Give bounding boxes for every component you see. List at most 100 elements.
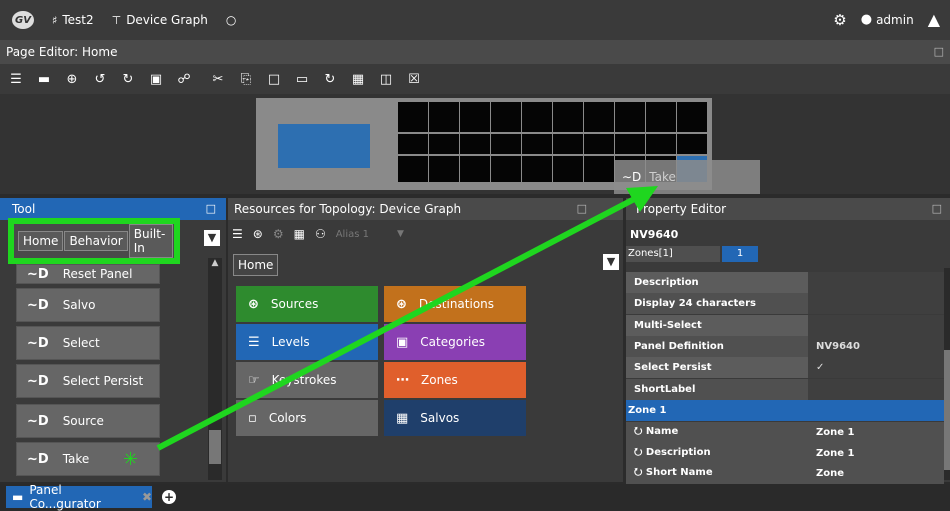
users-icon[interactable]: ⚇ [315,227,326,241]
list-icon[interactable]: ☰ [232,227,243,241]
tool-item-select[interactable]: ∼D Select [16,326,160,360]
tool-item-salvo[interactable]: ∼D Salvo [16,288,160,322]
tile-colors[interactable]: ▫ Colors [236,400,378,436]
property-row[interactable]: Panel Definition NV9640 [626,335,944,357]
tile-keystrokes[interactable]: ☞ Keystrokes [236,362,378,398]
grid-icon[interactable]: ▦ [294,227,305,241]
page-canvas[interactable] [0,94,950,194]
tile-destinations[interactable]: ⊛ Destinations [384,286,526,322]
scroll-thumb[interactable] [209,430,221,464]
cut-icon[interactable]: ✂ [210,72,226,87]
panel-key[interactable] [398,102,428,132]
property-value[interactable] [808,272,944,293]
property-row[interactable]: Select Persist ✓ [626,357,944,379]
zones-tab[interactable]: Zones[1] [626,246,720,262]
property-value[interactable] [808,378,944,400]
scroll-up-icon[interactable]: ▲ [208,258,222,268]
panel-key[interactable] [646,102,676,132]
zone-property-row[interactable]: ⭮ Name Zone 1 [626,422,944,443]
dock-icon[interactable]: □ [577,198,587,220]
zone-group-header[interactable]: Zone 1 [626,400,944,421]
user-name[interactable]: admin [876,13,914,27]
panel-key[interactable] [584,134,614,154]
panel-key[interactable] [553,156,583,182]
panel-key[interactable] [677,102,707,132]
resources-breadcrumb-home[interactable]: Home [233,254,279,276]
panel-key[interactable] [522,134,552,154]
zone-property-row[interactable]: ⭮ Description Zone 1 [626,442,944,464]
breadcrumb-home[interactable]: Home [18,231,64,251]
panel-key[interactable] [522,102,552,132]
property-row[interactable]: Display 24 characters [626,293,944,315]
paste-icon[interactable]: □ [266,72,282,87]
zones-count[interactable]: 1 [722,246,758,262]
breadcrumb-behavior[interactable]: Behavior [64,231,128,251]
rotate-left-icon[interactable]: ↺ [92,72,108,87]
add-icon[interactable]: ⊕ [64,72,80,87]
panel-key[interactable] [522,156,552,182]
zone-property-value[interactable]: Zone [808,468,944,479]
filter-icon[interactable]: ▼ [603,254,619,270]
zone-property-row[interactable]: ⭮ Short Name Zone [626,463,944,484]
property-value[interactable]: NV9640 [808,335,944,357]
panel-key[interactable] [553,102,583,132]
warning-icon[interactable]: ▲ [928,10,940,29]
panel-key[interactable] [553,134,583,154]
property-row[interactable]: Description [626,272,944,293]
property-value[interactable] [808,293,944,315]
project-crumb[interactable]: ♯ Test2 [52,13,94,27]
property-scrollbar[interactable] [944,268,950,480]
graph-crumb[interactable]: ⊤ Device Graph [112,13,208,27]
tile-levels[interactable]: ☰ Levels [236,324,378,360]
tile-salvos[interactable]: ▦ Salvos [384,400,526,436]
panel-key[interactable] [460,134,490,154]
grid-outline-icon[interactable]: ◫ [378,72,394,87]
panel-key[interactable] [615,102,645,132]
alias-select[interactable]: Alias 1 [336,229,369,240]
grid-icon[interactable]: ▦ [350,72,366,87]
zone-property-value[interactable]: Zone 1 [808,427,944,438]
rotate-right-icon[interactable]: ↻ [120,72,136,87]
property-value[interactable] [808,314,944,336]
panel-key[interactable] [646,134,676,154]
panel-key[interactable] [398,156,428,182]
panel-key[interactable] [429,102,459,132]
panel-key[interactable] [615,134,645,154]
property-row[interactable]: ShortLabel [626,378,944,400]
panel-display[interactable] [278,124,370,168]
close-icon[interactable]: ✖ [142,490,152,504]
property-value[interactable]: ✓ [808,357,944,379]
property-row[interactable]: Multi-Select [626,314,944,336]
panel-key[interactable] [429,134,459,154]
panel-key[interactable] [460,156,490,182]
delete-icon[interactable]: ☒ [406,72,422,87]
tool-scrollbar[interactable]: ▲ [208,258,222,480]
panel-key[interactable] [677,134,707,154]
panel-key[interactable] [491,134,521,154]
dock-icon[interactable]: □ [934,40,944,64]
source-dest-icon[interactable]: ⊛ [253,227,263,241]
breadcrumb-built-in[interactable]: Built-In [128,224,173,258]
tab-panel-configurator[interactable]: ▬ Panel Co...gurator ✖ [6,483,152,511]
add-tab-icon[interactable]: + [162,490,176,504]
tool-item-source[interactable]: ∼D Source [16,404,160,438]
lightbulb-icon[interactable]: ○ [226,13,236,27]
gear-icon[interactable]: ⚙ [833,11,846,29]
dock-icon[interactable]: □ [932,198,942,220]
panel-key[interactable] [429,156,459,182]
tile-zones[interactable]: ⋯ Zones [384,362,526,398]
filter-icon[interactable]: ▼ [204,230,220,246]
tool-item-select-persist[interactable]: ∼D Select Persist [16,364,160,398]
tile-sources[interactable]: ⊛ Sources [236,286,378,322]
panel-key[interactable] [584,102,614,132]
copy-icon[interactable]: ⎘ [238,72,254,87]
panel-icon[interactable]: ▬ [36,72,52,87]
panel-key[interactable] [398,134,428,154]
panel-key[interactable] [491,156,521,182]
panel-key[interactable] [491,102,521,132]
tile-categories[interactable]: ▣ Categories [384,324,526,360]
chevron-down-icon[interactable]: ▼ [397,229,404,239]
shield-icon[interactable]: ☍ [176,72,192,87]
list-icon[interactable]: ☰ [8,72,24,87]
panel-key[interactable] [584,156,614,182]
